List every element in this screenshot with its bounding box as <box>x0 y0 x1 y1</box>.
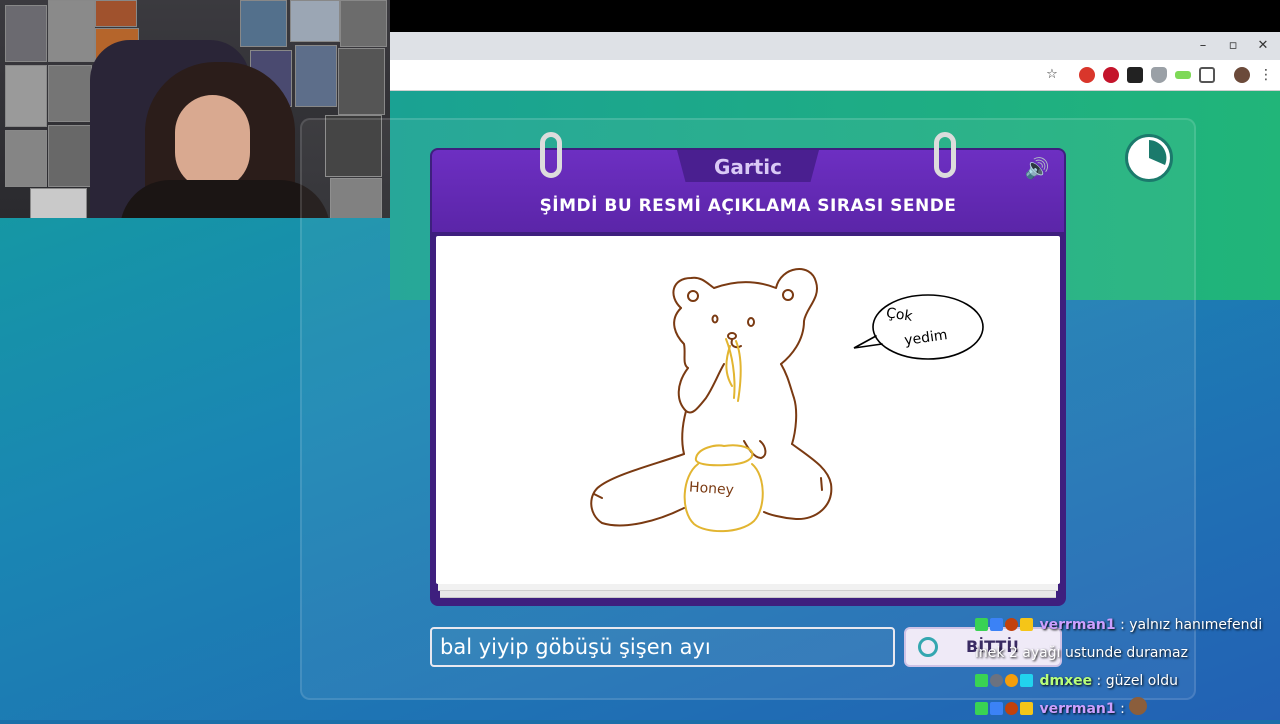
badge-icon <box>1020 674 1033 687</box>
emote-icon <box>1129 697 1148 715</box>
minimize-button[interactable]: – <box>1193 36 1213 56</box>
badge-icon <box>990 618 1003 631</box>
chat-message: dmxee : güzel oldu <box>975 668 1275 696</box>
jar-label: Honey <box>689 479 735 498</box>
chat-message: inek 2 ayağı ustunde duramaz <box>975 640 1275 668</box>
wall-poster <box>295 45 337 107</box>
browser-toolbar <box>390 60 1280 91</box>
crown-icon <box>1020 618 1033 631</box>
bear-drawing: Honey Çok yedim <box>590 268 984 533</box>
star-icon[interactable]: ☆ <box>1044 67 1060 83</box>
chat-message: verrman1 : yalnız hanımefendi <box>975 612 1275 640</box>
maximize-button[interactable]: ▫ <box>1223 36 1243 56</box>
badge-icon <box>975 674 988 687</box>
wall-poster <box>48 125 92 187</box>
chat-username: verrman1 <box>1039 701 1116 717</box>
close-button[interactable]: ✕ <box>1253 36 1273 56</box>
speech-text-line1: Çok <box>885 305 914 325</box>
wall-poster <box>48 65 92 122</box>
wall-poster <box>95 0 137 27</box>
shield-icon[interactable] <box>1151 67 1167 83</box>
wall-poster <box>48 0 95 62</box>
wall-poster <box>5 65 47 127</box>
person-body <box>120 180 330 218</box>
gartic-logo: Gartic <box>713 155 783 179</box>
chat-username: dmxee <box>1039 673 1093 689</box>
check-icon <box>918 637 938 657</box>
prompt-text: ŞİMDİ BU RESMİ AÇIKLAMA SIRASI SENDE <box>539 196 957 216</box>
badge-icon <box>1005 674 1018 687</box>
extension-red-icon[interactable] <box>1079 67 1095 83</box>
badge-icon <box>990 702 1003 715</box>
speaker-icon[interactable]: 🔊 <box>1024 156 1050 180</box>
puzzle-icon[interactable] <box>1199 67 1215 83</box>
paper-edge <box>438 584 1058 591</box>
person-face <box>175 95 250 190</box>
chat-text: : <box>1120 701 1125 717</box>
book-ring-left <box>540 132 562 178</box>
wall-poster <box>5 5 47 62</box>
browser-title-bar <box>390 32 1280 60</box>
extension-red2-icon[interactable] <box>1103 67 1119 83</box>
crown-icon <box>1020 702 1033 715</box>
badge-icon <box>990 674 1003 687</box>
chat-text: inek 2 ayağı ustunde duramaz <box>975 645 1188 661</box>
book-ring-right <box>934 132 956 178</box>
wall-poster <box>5 130 47 187</box>
badge-icon <box>1005 618 1018 631</box>
paper-edge <box>440 591 1056 598</box>
badge-icon <box>1005 702 1018 715</box>
wall-poster <box>338 48 385 115</box>
chat-text: : yalnız hanımefendi <box>1120 617 1263 633</box>
badge-icon <box>975 618 988 631</box>
speech-text-line2: yedim <box>903 327 948 349</box>
chat-username: verrman1 <box>1039 617 1116 633</box>
menu-icon[interactable]: ⋮ <box>1258 67 1274 83</box>
wall-poster <box>290 0 340 42</box>
extension-dark-icon[interactable] <box>1127 67 1143 83</box>
answer-input[interactable] <box>430 627 895 667</box>
wall-poster <box>340 0 387 47</box>
chat-text: : güzel oldu <box>1096 673 1178 689</box>
timer-icon <box>1125 134 1173 182</box>
badge-icon <box>975 702 988 715</box>
battery-icon[interactable] <box>1175 71 1191 79</box>
wall-poster <box>240 0 287 47</box>
avatar-icon[interactable] <box>1234 67 1250 83</box>
desk-item <box>30 188 87 218</box>
stream-chat: verrman1 : yalnız hanımefendi inek 2 aya… <box>975 612 1275 724</box>
